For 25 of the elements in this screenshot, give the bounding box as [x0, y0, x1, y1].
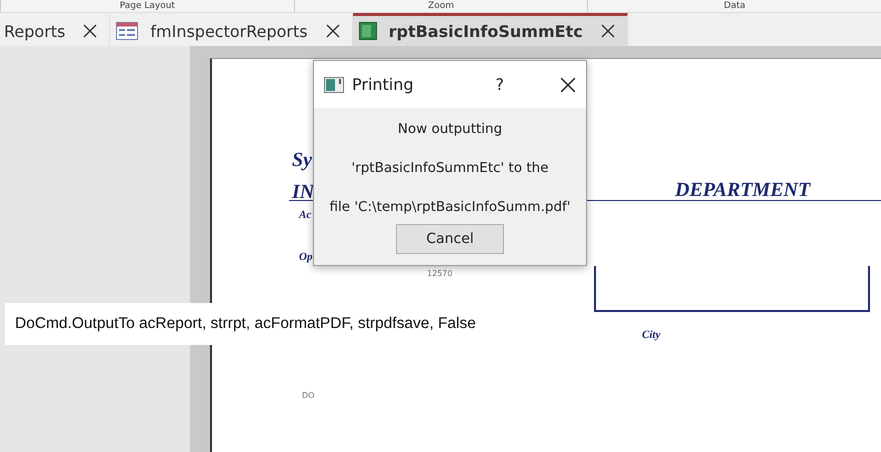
report-text: Op — [299, 251, 312, 263]
document-tab[interactable]: rptBasicInfoSummEtc — [352, 13, 628, 46]
close-icon[interactable] — [326, 24, 340, 38]
close-icon[interactable] — [83, 24, 98, 38]
close-icon[interactable] — [600, 24, 615, 38]
report-text: DEPARTMENT — [675, 179, 810, 202]
dialog-message: Now outputting — [398, 120, 502, 139]
report-icon — [358, 22, 377, 40]
ribbon-group-label: Page Layout — [0, 0, 294, 12]
dialog-message: 'rptBasicInfoSummEtc' to the — [351, 159, 549, 178]
report-text: City — [642, 329, 660, 341]
dialog-message: file 'C:\temp\rptBasicInfoSumm.pdf' — [330, 198, 570, 217]
cancel-button[interactable]: Cancel — [396, 224, 504, 254]
ribbon-group-label: Zoom — [294, 0, 588, 12]
close-icon[interactable] — [560, 76, 576, 92]
report-text: IN — [292, 181, 314, 204]
report-text: DO — [302, 391, 314, 400]
report-text: Ac — [299, 209, 312, 221]
help-button[interactable]: ? — [496, 75, 504, 94]
ribbon-group-label: Data — [587, 0, 881, 12]
report-text: Sy — [292, 149, 312, 172]
dialog-title: Printing — [352, 75, 415, 94]
form-icon — [116, 22, 138, 40]
report-text: 12570 — [427, 269, 452, 278]
window-icon — [324, 76, 344, 92]
